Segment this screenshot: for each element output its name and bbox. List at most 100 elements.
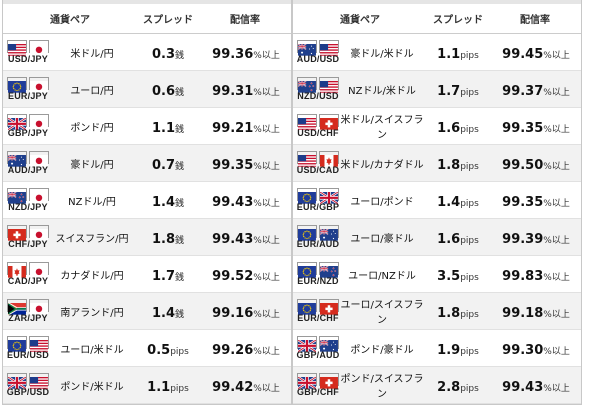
currency-pair: NZD/USD	[293, 77, 340, 101]
rate-number: 99.37	[502, 83, 544, 99]
table-row: EUR/CHF ユーロ/スイスフラン 1.8pips 99.18%以上	[293, 293, 581, 330]
us-flag-icon	[7, 40, 27, 56]
spread-number: 1.6	[437, 231, 461, 247]
spread-number: 1.4	[151, 305, 175, 321]
currency-pair: GBP/AUD	[293, 336, 340, 360]
jp-flag-icon	[29, 262, 49, 278]
pair-code: NZD/USD	[297, 91, 339, 101]
pair-code: ZAR/JPY	[8, 313, 48, 323]
spread-value: 1.7pips	[424, 80, 492, 99]
rate-number: 99.18	[502, 305, 544, 321]
au-flag-icon	[319, 225, 339, 241]
table-row: AUD/USD 豪ドル/米ドル 1.1pips 99.45%以上	[293, 34, 581, 71]
right-table: 通貨ペア スプレッド 配信率 AUD/USD 豪ドル/米ドル 1.1pips 99.4…	[292, 0, 582, 405]
pair-code: GBP/USD	[6, 387, 50, 397]
spread-value: 1.4銭	[134, 191, 202, 210]
currency-pair: USD/JPY	[3, 40, 50, 64]
ch-flag-icon	[319, 114, 339, 130]
currency-pair: AUD/USD	[293, 40, 340, 64]
us-flag-icon	[29, 336, 49, 352]
spread-unit: 銭	[175, 235, 185, 246]
spread-number: 1.6	[437, 120, 461, 136]
pair-name: ユーロ/スイスフラン	[340, 300, 424, 326]
spread-number: 1.4	[437, 194, 461, 210]
currency-pair: GBP/CHF	[293, 373, 340, 397]
za-flag-icon	[7, 299, 27, 316]
currency-pair: AUD/JPY	[3, 151, 50, 175]
spread-unit: pips	[460, 383, 479, 394]
pair-code: GBP/JPY	[7, 128, 49, 138]
jp-flag-icon	[29, 151, 49, 167]
ch-flag-icon	[319, 299, 339, 315]
spread-value: 1.4pips	[424, 191, 492, 210]
left-rows: USD/JPY 米ドル/円 0.3銭 99.36%以上 EUR/JPY ユーロ/円 0.6銭…	[3, 34, 291, 404]
pair-name: ユーロ/円	[70, 85, 114, 97]
ch-flag-icon	[7, 225, 27, 241]
jp-flag-icon	[29, 40, 49, 56]
delivery-rate: 99.21%以上	[202, 117, 290, 136]
eu-flag-icon	[297, 299, 317, 315]
rate-unit: %以上	[543, 235, 570, 246]
pair-code: EUR/NZD	[297, 276, 339, 286]
flag-group	[297, 188, 339, 205]
rate-number: 99.45	[502, 46, 544, 62]
us-flag-icon	[29, 373, 49, 389]
eu-flag-icon	[297, 188, 317, 204]
rate-unit: %以上	[253, 124, 280, 135]
spread-number: 0.5	[147, 342, 171, 358]
header-spread: スプレッド	[143, 15, 193, 26]
spread-value: 1.6pips	[424, 117, 492, 136]
table-row: USD/CAD 米ドル/カナダドル 1.8pips 99.50%以上	[293, 145, 581, 182]
rate-number: 99.43	[212, 194, 254, 210]
flag-group	[297, 114, 339, 130]
nz-flag-icon	[319, 262, 339, 278]
pair-name: 豪ドル/円	[70, 159, 114, 171]
spread-number: 1.9	[437, 342, 461, 358]
delivery-rate: 99.37%以上	[492, 80, 580, 99]
pair-code: CAD/JPY	[7, 276, 49, 286]
pair-name: NZドル/円	[68, 196, 116, 208]
nz-flag-icon	[7, 188, 27, 204]
jp-flag-icon	[29, 114, 49, 130]
gb-flag-icon	[297, 373, 317, 390]
table-header: 通貨ペア スプレッド 配信率	[293, 0, 581, 34]
rate-number: 99.52	[212, 268, 254, 284]
pair-code: EUR/JPY	[8, 91, 48, 101]
spread-value: 0.3銭	[134, 43, 202, 62]
table-row: NZD/JPY NZドル/円 1.4銭 99.43%以上	[3, 182, 291, 219]
rate-number: 99.35	[502, 194, 544, 210]
pair-name: ポンド/円	[70, 122, 114, 134]
spread-value: 1.8pips	[424, 154, 492, 173]
rate-number: 99.83	[502, 268, 544, 284]
spread-unit: pips	[170, 383, 189, 394]
spread-unit: pips	[460, 124, 479, 135]
us-flag-icon	[297, 151, 317, 167]
flag-group	[7, 373, 49, 390]
pair-name: 南アランド/円	[60, 307, 124, 319]
delivery-rate: 99.18%以上	[492, 302, 580, 321]
spread-unit: pips	[460, 346, 479, 357]
flag-group	[7, 299, 49, 316]
pair-name: ポンド/米ドル	[60, 381, 124, 393]
table-row: EUR/NZD ユーロ/NZドル 3.5pips 99.83%以上	[293, 256, 581, 293]
rate-number: 99.35	[212, 157, 254, 173]
pair-name: 米ドル/円	[70, 48, 114, 60]
pair-code: GBP/AUD	[296, 350, 340, 360]
pair-code: AUD/USD	[296, 54, 340, 64]
flag-group	[7, 262, 49, 278]
currency-pair: ZAR/JPY	[3, 299, 50, 323]
table-row: CAD/JPY カナダドル/円 1.7銭 99.52%以上	[3, 256, 291, 293]
flag-group	[7, 151, 49, 167]
table-header: 通貨ペア スプレッド 配信率	[3, 0, 291, 34]
spread-unit: pips	[460, 161, 479, 172]
spread-value: 0.5pips	[134, 339, 202, 358]
spread-value: 1.7銭	[134, 265, 202, 284]
flag-group	[297, 336, 339, 353]
spread-unit: pips	[460, 235, 479, 246]
table-row: AUD/JPY 豪ドル/円 0.7銭 99.35%以上	[3, 145, 291, 182]
spread-number: 1.1	[147, 379, 171, 395]
rate-unit: %以上	[543, 346, 570, 357]
table-row: ZAR/JPY 南アランド/円 1.4銭 99.16%以上	[3, 293, 291, 330]
rate-number: 99.16	[212, 305, 254, 321]
rate-unit: %以上	[543, 87, 570, 98]
